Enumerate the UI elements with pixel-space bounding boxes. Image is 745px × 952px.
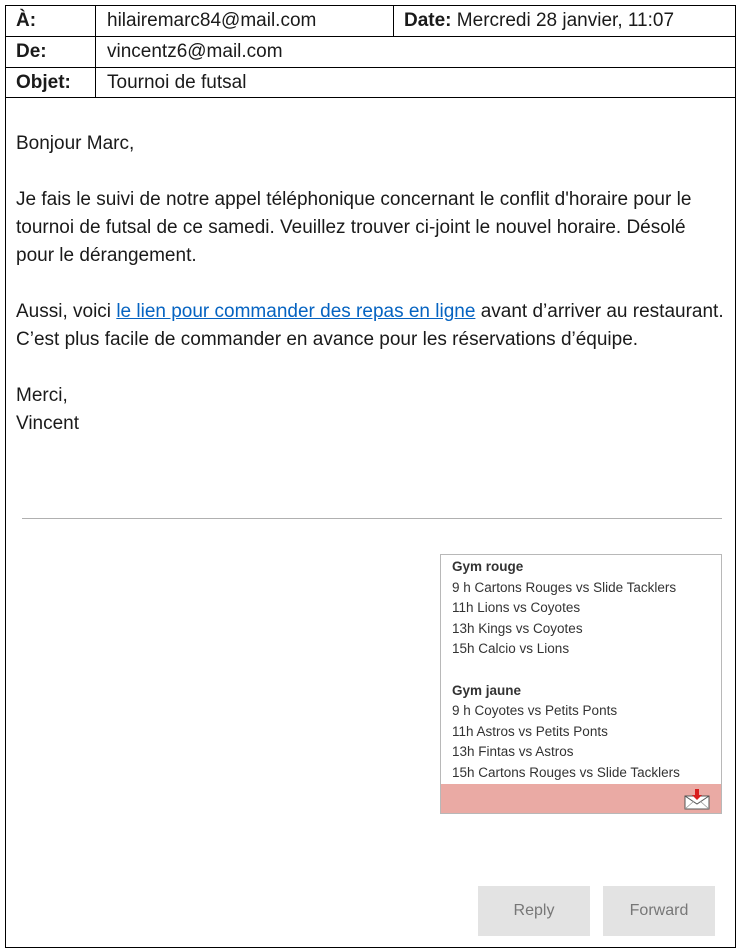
paragraph-link-intro: Aussi, voici (16, 301, 117, 322)
subject-row: Objet: Tournoi de futsal (6, 68, 735, 98)
attachment-line: 13h Fintas vs Astros (452, 744, 574, 759)
paragraph-meal-link: Aussi, voici le lien pour commander des … (16, 298, 726, 354)
from-value: vincentz6@mail.com (107, 41, 283, 62)
date-value: Mercredi 28 janvier, 11:07 (456, 10, 675, 31)
greeting: Bonjour Marc, (16, 133, 135, 154)
attachment-line: 9 h Cartons Rouges vs Slide Tacklers (452, 579, 677, 595)
attachment-line: 13h Kings vs Coyotes (452, 620, 583, 636)
attachment-section-title: Gym rouge (452, 559, 524, 574)
forward-button[interactable]: Forward (603, 886, 715, 936)
attachment-line: 11h Lions vs Coyotes (452, 600, 581, 615)
attachment-line: 9 h Coyotes vs Petits Ponts (452, 703, 618, 718)
attachment-preview: Gym rouge 9 h Cartons Rouges vs Slide Ta… (452, 557, 680, 783)
attachment-line: 15h Cartons Rouges vs Slide Tacklers (452, 764, 680, 780)
to-row: À: hilairemarc84@mail.com Date: Mercredi… (6, 6, 735, 37)
reply-button[interactable]: Reply (478, 886, 590, 936)
attachment-line: 15h Calcio vs Lions (452, 641, 570, 656)
meal-order-link[interactable]: le lien pour commander des repas en lign… (116, 301, 475, 322)
closing: Merci, (16, 385, 68, 406)
date-cell: Date: Mercredi 28 janvier, 11:07 (393, 6, 735, 36)
from-row: De: vincentz6@mail.com (6, 37, 735, 68)
schedule-attachment[interactable]: Gym rouge 9 h Cartons Rouges vs Slide Ta… (440, 554, 722, 814)
attachment-download-bar (441, 784, 721, 813)
paragraph-followup: Je fais le suivi de notre appel téléphon… (16, 189, 692, 266)
signature: Vincent (16, 413, 80, 434)
envelope-download-icon[interactable] (684, 788, 710, 810)
from-label: De: (6, 37, 96, 67)
attachment-section-title: Gym jaune (452, 682, 522, 698)
attachment-line: 11h Astros vs Petits Ponts (452, 723, 608, 739)
subject-value: Tournoi de futsal (107, 72, 247, 93)
date-label: Date: (404, 10, 452, 31)
to-label: À: (6, 6, 96, 36)
subject-label: Objet: (6, 68, 96, 97)
attachment-spacer (452, 660, 680, 681)
to-value: hilairemarc84@mail.com (107, 10, 317, 31)
body-divider (22, 518, 722, 519)
email-window: À: hilairemarc84@mail.com Date: Mercredi… (5, 5, 736, 948)
email-body: Bonjour Marc, Je fais le suivi de notre … (16, 130, 726, 438)
